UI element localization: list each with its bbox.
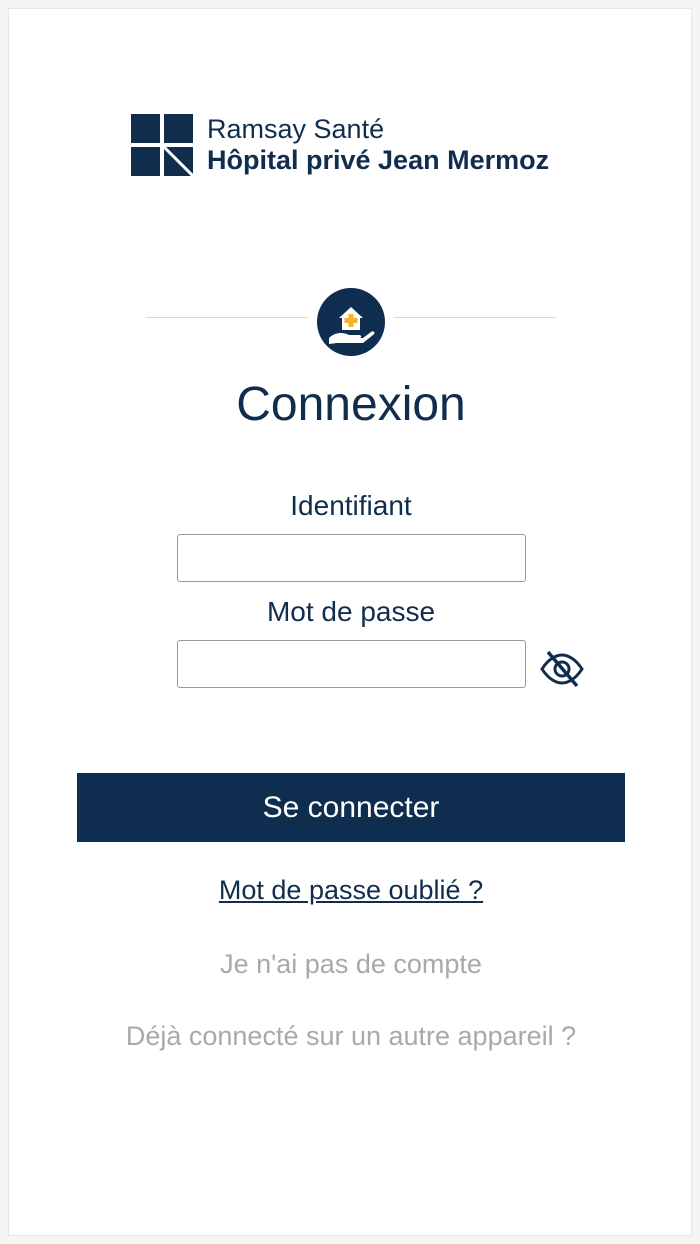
login-card: Ramsay Santé Hôpital privé Jean Mermoz C…	[8, 8, 692, 1236]
username-label: Identifiant	[290, 490, 412, 521]
forgot-password-link[interactable]: Mot de passe oublié ?	[9, 875, 693, 906]
brand-line-1: Ramsay Santé	[207, 114, 385, 144]
password-input[interactable]	[177, 640, 526, 688]
ramsay-grid-logo-icon	[131, 114, 193, 176]
hero-divider	[146, 288, 556, 358]
other-device-link[interactable]: Déjà connecté sur un autre appareil ?	[9, 1021, 693, 1052]
eye-slash-icon[interactable]	[539, 649, 585, 689]
divider-left	[146, 317, 308, 318]
password-label: Mot de passe	[266, 596, 436, 627]
brand-name: Ramsay Santé Hôpital privé Jean Mermoz	[207, 114, 549, 176]
hand-house-care-icon	[317, 288, 385, 356]
brand-line-2: Hôpital privé Jean Mermoz	[207, 145, 550, 175]
no-account-link[interactable]: Je n'ai pas de compte	[9, 949, 693, 980]
username-input[interactable]	[177, 534, 526, 582]
brand-logo: Ramsay Santé Hôpital privé Jean Mermoz	[131, 113, 549, 177]
login-button[interactable]: Se connecter	[77, 773, 625, 842]
page-title: Connexion	[236, 378, 466, 431]
divider-right	[394, 317, 556, 318]
